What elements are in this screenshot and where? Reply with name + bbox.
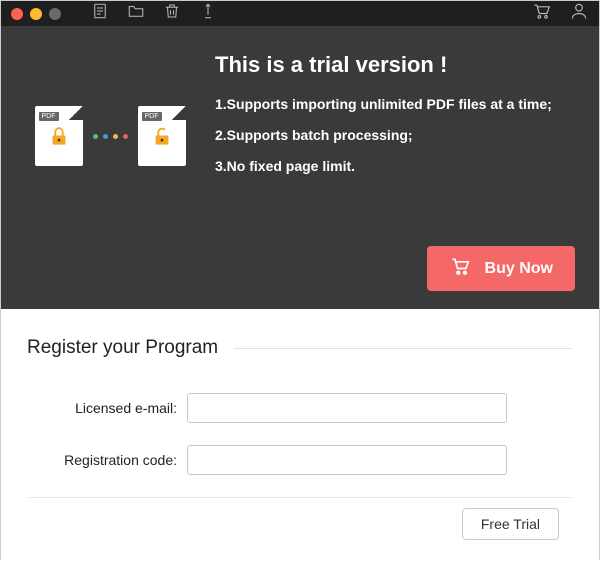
- zoom-window-button[interactable]: [49, 8, 61, 20]
- window-controls: [11, 8, 61, 20]
- cart-icon[interactable]: [531, 1, 551, 26]
- toolbar-right: [531, 1, 589, 26]
- hero-title: This is a trial version !: [215, 52, 575, 78]
- pdf-badge: PDF: [39, 112, 59, 121]
- lock-icon: [48, 124, 70, 153]
- titlebar: [1, 1, 599, 26]
- email-row: Licensed e-mail:: [27, 393, 573, 423]
- unlocked-pdf-icon: PDF: [138, 106, 186, 166]
- pen-icon[interactable]: [199, 2, 217, 25]
- feature-item: 3.No fixed page limit.: [215, 156, 575, 177]
- registration-code-field[interactable]: [187, 445, 507, 475]
- register-heading: Register your Program: [27, 337, 218, 359]
- locked-pdf-icon: PDF: [35, 106, 83, 166]
- code-row: Registration code:: [27, 445, 573, 475]
- register-panel: Register your Program Licensed e-mail: R…: [1, 309, 599, 562]
- free-trial-button[interactable]: Free Trial: [462, 508, 559, 540]
- document-icon[interactable]: [91, 2, 109, 25]
- feature-item: 2.Supports batch processing;: [215, 125, 575, 146]
- buy-now-button[interactable]: Buy Now: [427, 246, 575, 291]
- pdf-unlock-illustration: PDF PDF: [25, 76, 195, 196]
- folder-icon[interactable]: [127, 2, 145, 25]
- cart-icon: [449, 256, 471, 281]
- buy-now-label: Buy Now: [485, 260, 553, 278]
- pdf-badge: PDF: [142, 112, 162, 121]
- unlock-icon: [151, 124, 173, 153]
- trash-icon[interactable]: [163, 2, 181, 25]
- footer: Free Trial: [27, 497, 573, 550]
- email-label: Licensed e-mail:: [27, 400, 177, 416]
- user-icon[interactable]: [569, 1, 589, 26]
- code-label: Registration code:: [27, 452, 177, 468]
- transition-dots-icon: [93, 134, 128, 139]
- feature-item: 1.Supports importing unlimited PDF files…: [215, 94, 575, 115]
- toolbar-left: [91, 2, 217, 25]
- app-window: PDF PDF This is a trial version ! 1.Supp…: [0, 0, 600, 560]
- email-field[interactable]: [187, 393, 507, 423]
- close-window-button[interactable]: [11, 8, 23, 20]
- hero-text: This is a trial version ! 1.Supports imp…: [215, 46, 575, 187]
- feature-list: 1.Supports importing unlimited PDF files…: [215, 94, 575, 177]
- trial-hero: PDF PDF This is a trial version ! 1.Supp…: [1, 26, 599, 309]
- minimize-window-button[interactable]: [30, 8, 42, 20]
- divider: [234, 348, 573, 349]
